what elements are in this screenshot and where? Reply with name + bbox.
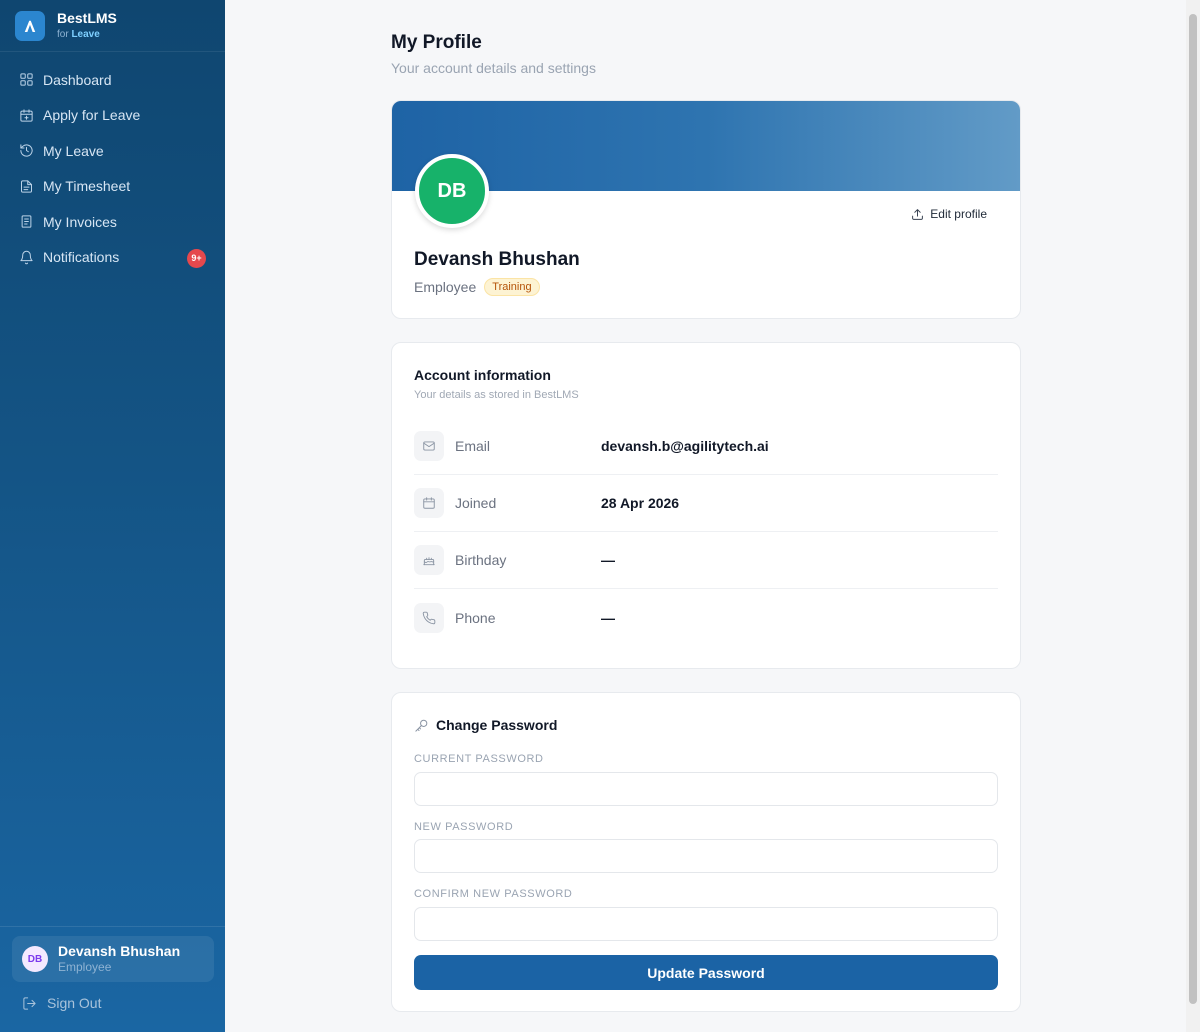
brand[interactable]: BestLMS for Leave (0, 0, 225, 52)
sidebar-item-apply-leave[interactable]: Apply for Leave (0, 98, 225, 134)
avatar: DB (22, 946, 48, 972)
current-password-label: CURRENT PASSWORD (414, 753, 544, 765)
info-label: Email (455, 438, 491, 454)
sidebar-footer: DB Devansh Bhushan Employee Sign Out (0, 926, 225, 1032)
edit-profile-button[interactable]: Edit profile (911, 207, 987, 221)
upload-icon (912, 208, 924, 220)
sidebar-user-role: Employee (58, 960, 112, 975)
birthday-value: — (601, 552, 615, 568)
account-info-title: Account information (414, 367, 551, 383)
page-title: My Profile (391, 32, 482, 53)
receipt-icon (21, 215, 32, 228)
status-badge: Training (484, 278, 540, 296)
current-password-input[interactable] (414, 772, 998, 806)
history-icon (20, 144, 33, 157)
sidebar-item-my-invoices[interactable]: My Invoices (0, 204, 225, 240)
sign-out-label: Sign Out (47, 995, 102, 1011)
sidebar-nav: Dashboard Apply for Leave My Leave My Ti… (0, 52, 225, 275)
account-info-subtitle: Your details as stored in BestLMS (414, 389, 579, 401)
change-password-title: Change Password (414, 717, 557, 733)
change-password-card: Change Password CURRENT PASSWORD NEW PAS… (391, 692, 1021, 1012)
info-label: Phone (455, 609, 496, 626)
info-row-birthday: Birthday — (414, 532, 998, 589)
sidebar-item-notifications[interactable]: Notifications 9+ (0, 240, 225, 276)
edit-profile-label: Edit profile (930, 207, 987, 221)
update-password-button[interactable]: Update Password (414, 955, 998, 990)
sign-out-button[interactable]: Sign Out (22, 995, 101, 1011)
profile-role-row: Employee Training (414, 278, 540, 296)
profile-card: DB Edit profile Devansh Bhushan Employee… (391, 100, 1021, 319)
sidebar-user-card[interactable]: DB Devansh Bhushan Employee (12, 936, 214, 982)
sidebar-user-name: Devansh Bhushan (58, 943, 181, 960)
phone-icon (414, 602, 444, 633)
sidebar-item-label: Notifications (43, 249, 120, 266)
account-info-card: Account information Your details as stor… (391, 342, 1021, 669)
scrollbar[interactable] (1186, 0, 1200, 1032)
sidebar-item-label: My Leave (43, 142, 104, 159)
mail-icon (414, 431, 444, 461)
sidebar-item-label: My Timesheet (43, 178, 131, 195)
info-row-joined: Joined 28 Apr 2026 (414, 475, 998, 532)
cake-icon (414, 545, 444, 575)
sidebar-item-label: Apply for Leave (43, 107, 141, 124)
scrollbar-thumb[interactable] (1189, 14, 1197, 1004)
new-password-label: NEW PASSWORD (414, 821, 514, 833)
profile-name: Devansh Bhushan (414, 249, 580, 270)
sidebar-item-my-leave[interactable]: My Leave (0, 133, 225, 169)
phone-value: — (601, 609, 615, 626)
brand-logo-icon (15, 10, 45, 41)
confirm-password-input[interactable] (414, 907, 998, 941)
file-text-icon (21, 180, 32, 193)
joined-value: 28 Apr 2026 (601, 495, 680, 511)
brand-subtitle: for Leave (57, 28, 100, 40)
email-value: devansh.b@agilitytech.ai (601, 438, 769, 454)
bell-icon (20, 250, 33, 265)
log-out-icon (23, 996, 36, 1010)
key-icon (415, 719, 428, 732)
grid-icon (20, 73, 33, 86)
info-row-email: Email devansh.b@agilitytech.ai (414, 418, 998, 475)
info-label: Joined (455, 495, 497, 511)
brand-name: BestLMS (57, 10, 117, 27)
notification-count-badge: 9+ (187, 248, 206, 268)
sidebar-item-label: Dashboard (43, 71, 112, 88)
info-label: Birthday (455, 552, 507, 568)
page-subtitle: Your account details and settings (391, 60, 596, 76)
confirm-password-label: CONFIRM NEW PASSWORD (414, 888, 573, 900)
info-row-phone: Phone — (414, 589, 998, 646)
calendar-plus-icon (20, 109, 33, 122)
calendar-icon (414, 488, 444, 518)
sidebar-item-dashboard[interactable]: Dashboard (0, 62, 225, 98)
profile-avatar: DB (415, 154, 489, 228)
sidebar: BestLMS for Leave Dashboard Apply for Le… (0, 0, 225, 1032)
profile-role: Employee (414, 279, 477, 295)
sidebar-item-label: My Invoices (43, 213, 117, 230)
sidebar-item-my-timesheet[interactable]: My Timesheet (0, 169, 225, 205)
new-password-input[interactable] (414, 839, 998, 873)
